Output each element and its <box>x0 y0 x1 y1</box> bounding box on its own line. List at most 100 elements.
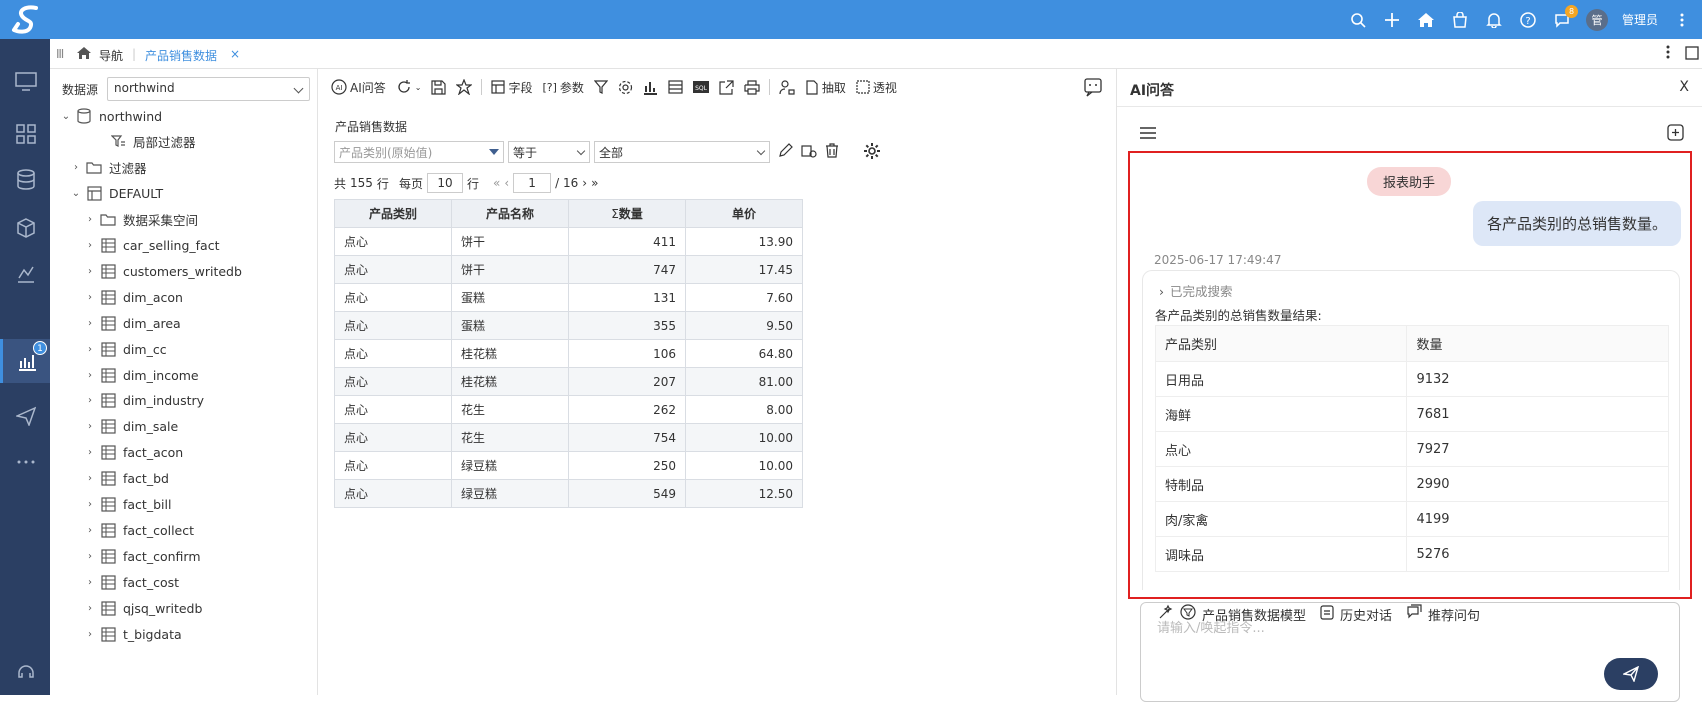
search-done-toggle[interactable]: › 已完成搜索 <box>1159 281 1233 300</box>
search-icon[interactable] <box>1348 10 1368 30</box>
save-icon[interactable] <box>428 76 449 98</box>
avatar[interactable]: 管 <box>1585 8 1608 31</box>
table-row[interactable]: 点心 饼干 411 13.90 <box>334 227 803 256</box>
table-view-icon[interactable] <box>665 76 686 98</box>
chevron-down-icon[interactable]: ⌄ <box>70 188 82 199</box>
more-horizontal-icon[interactable] <box>13 449 39 475</box>
field-button[interactable]: 字段 <box>488 76 535 98</box>
export-icon[interactable] <box>716 76 737 98</box>
first-page-icon[interactable]: « <box>493 176 500 190</box>
table-row[interactable]: 点心 花生 262 8.00 <box>334 395 803 424</box>
report-icon[interactable]: 1 <box>0 339 50 383</box>
column-header[interactable]: Σ数量 <box>568 199 686 228</box>
column-header[interactable]: 产品类别 <box>334 199 452 228</box>
table-row[interactable]: 点心 饼干 747 17.45 <box>334 255 803 284</box>
chevron-right-icon[interactable]: › <box>84 447 96 458</box>
tree-node[interactable]: › fact_cost <box>84 571 179 593</box>
send-icon[interactable] <box>13 403 39 429</box>
more-vertical-icon[interactable] <box>1672 10 1692 30</box>
filter-icon[interactable] <box>591 76 611 98</box>
edit-icon[interactable] <box>778 143 793 161</box>
dashboard-icon[interactable] <box>13 121 39 147</box>
chevron-right-icon[interactable]: › <box>84 499 96 510</box>
chevron-right-icon[interactable]: › <box>84 603 96 614</box>
tab-more-icon[interactable] <box>1666 45 1670 62</box>
add-icon[interactable] <box>1382 10 1402 30</box>
prev-page-icon[interactable]: ‹ <box>504 176 509 190</box>
chevron-right-icon[interactable]: › <box>84 473 96 484</box>
tree-node[interactable]: › fact_bill <box>84 494 171 516</box>
tab-active[interactable]: 产品销售数据 <box>145 47 217 64</box>
refresh-icon[interactable]: ⌄ <box>393 76 425 98</box>
chevron-right-icon[interactable]: › <box>84 292 96 303</box>
tree-node[interactable]: › qjsq_writedb <box>84 597 202 619</box>
tree-node[interactable]: › car_selling_fact <box>84 235 219 257</box>
chevron-right-icon[interactable]: › <box>84 395 96 406</box>
next-page-icon[interactable]: › <box>582 176 587 190</box>
tree-node[interactable]: › customers_writedb <box>84 260 242 282</box>
gear-icon[interactable] <box>863 142 881 163</box>
logo-icon[interactable] <box>8 4 42 34</box>
table-row[interactable]: 点心 蛋糕 131 7.60 <box>334 283 803 312</box>
home-icon[interactable] <box>1416 10 1436 30</box>
tree-node[interactable]: › dim_industry <box>84 390 204 412</box>
message-icon[interactable]: 8 <box>1552 4 1578 30</box>
table-row[interactable]: 点心 花生 754 10.00 <box>334 423 803 452</box>
chevron-right-icon[interactable]: › <box>84 421 96 432</box>
sql-icon[interactable]: SQL <box>690 76 712 98</box>
chevron-right-icon[interactable]: › <box>70 162 82 173</box>
star-icon[interactable] <box>453 76 475 98</box>
tree-node[interactable]: ⌄ DEFAULT <box>70 183 163 205</box>
table-row[interactable]: 点心 绿豆糕 250 10.00 <box>334 451 803 480</box>
assistant-chip[interactable]: 报表助手 <box>1367 167 1452 196</box>
user-name[interactable]: 管理员 <box>1622 11 1658 28</box>
tree-node[interactable]: › 数据采集空间 <box>84 209 198 231</box>
analysis-icon[interactable] <box>13 261 39 287</box>
chat-input[interactable]: 请输入/唤起指令... <box>1140 602 1680 702</box>
tree-node[interactable]: › fact_bd <box>84 468 169 490</box>
tree-node[interactable]: › dim_income <box>84 364 199 386</box>
collapse-icon[interactable]: Ⅲ <box>56 47 64 61</box>
tree-node[interactable]: › t_bigdata <box>84 623 182 645</box>
ai-qa-button[interactable]: AI AI问答 <box>328 76 389 98</box>
tree-node[interactable]: › dim_acon <box>84 286 183 308</box>
extract-button[interactable]: 抽取 <box>802 76 849 98</box>
menu-icon[interactable] <box>1140 127 1156 142</box>
chevron-right-icon[interactable]: › <box>84 525 96 536</box>
user-permission-icon[interactable] <box>776 76 798 98</box>
param-button[interactable]: [?] 参数 <box>539 76 586 98</box>
settings-icon[interactable] <box>615 76 636 98</box>
tree-node[interactable]: › dim_cc <box>84 338 167 360</box>
cube-icon[interactable] <box>13 215 39 241</box>
column-header[interactable]: 单价 <box>685 199 803 228</box>
chevron-right-icon[interactable]: › <box>84 344 96 355</box>
table-row[interactable]: 点心 蛋糕 355 9.50 <box>334 311 803 340</box>
datasource-select[interactable]: northwind <box>107 77 310 101</box>
filter-field-select[interactable]: 产品类别(原始值) <box>334 141 504 163</box>
table-row[interactable]: 点心 绿豆糕 549 12.50 <box>334 479 803 508</box>
last-page-icon[interactable]: » <box>591 176 598 190</box>
page-size-input[interactable]: 10 <box>426 173 463 193</box>
page-number-input[interactable]: 1 <box>513 173 552 193</box>
chart-icon[interactable] <box>640 76 661 98</box>
chevron-right-icon[interactable]: › <box>84 577 96 588</box>
chevron-right-icon[interactable]: › <box>84 370 96 381</box>
help-icon[interactable]: ? <box>1518 10 1538 30</box>
monitor-icon[interactable] <box>13 69 39 95</box>
tree-node[interactable]: › dim_area <box>84 312 181 334</box>
shopping-bag-icon[interactable] <box>1450 10 1470 30</box>
chevron-right-icon[interactable]: › <box>84 266 96 277</box>
tree-node[interactable]: › fact_confirm <box>84 545 201 567</box>
chevron-down-icon[interactable]: ⌄ <box>60 111 72 122</box>
copy-settings-icon[interactable] <box>801 143 817 162</box>
tree-node[interactable]: › fact_collect <box>84 519 194 541</box>
chevron-right-icon[interactable]: › <box>84 551 96 562</box>
tab-close-icon[interactable]: × <box>230 47 240 61</box>
tree-node[interactable]: ⌄ northwind <box>60 105 162 127</box>
tree-node[interactable]: 局部过滤器 <box>94 131 196 153</box>
delete-icon[interactable] <box>825 143 839 161</box>
chevron-right-icon[interactable]: › <box>84 240 96 251</box>
tree-node[interactable]: › 过滤器 <box>70 157 147 179</box>
tab-nav[interactable]: 导航 <box>99 47 123 64</box>
home-small-icon[interactable] <box>77 47 91 62</box>
